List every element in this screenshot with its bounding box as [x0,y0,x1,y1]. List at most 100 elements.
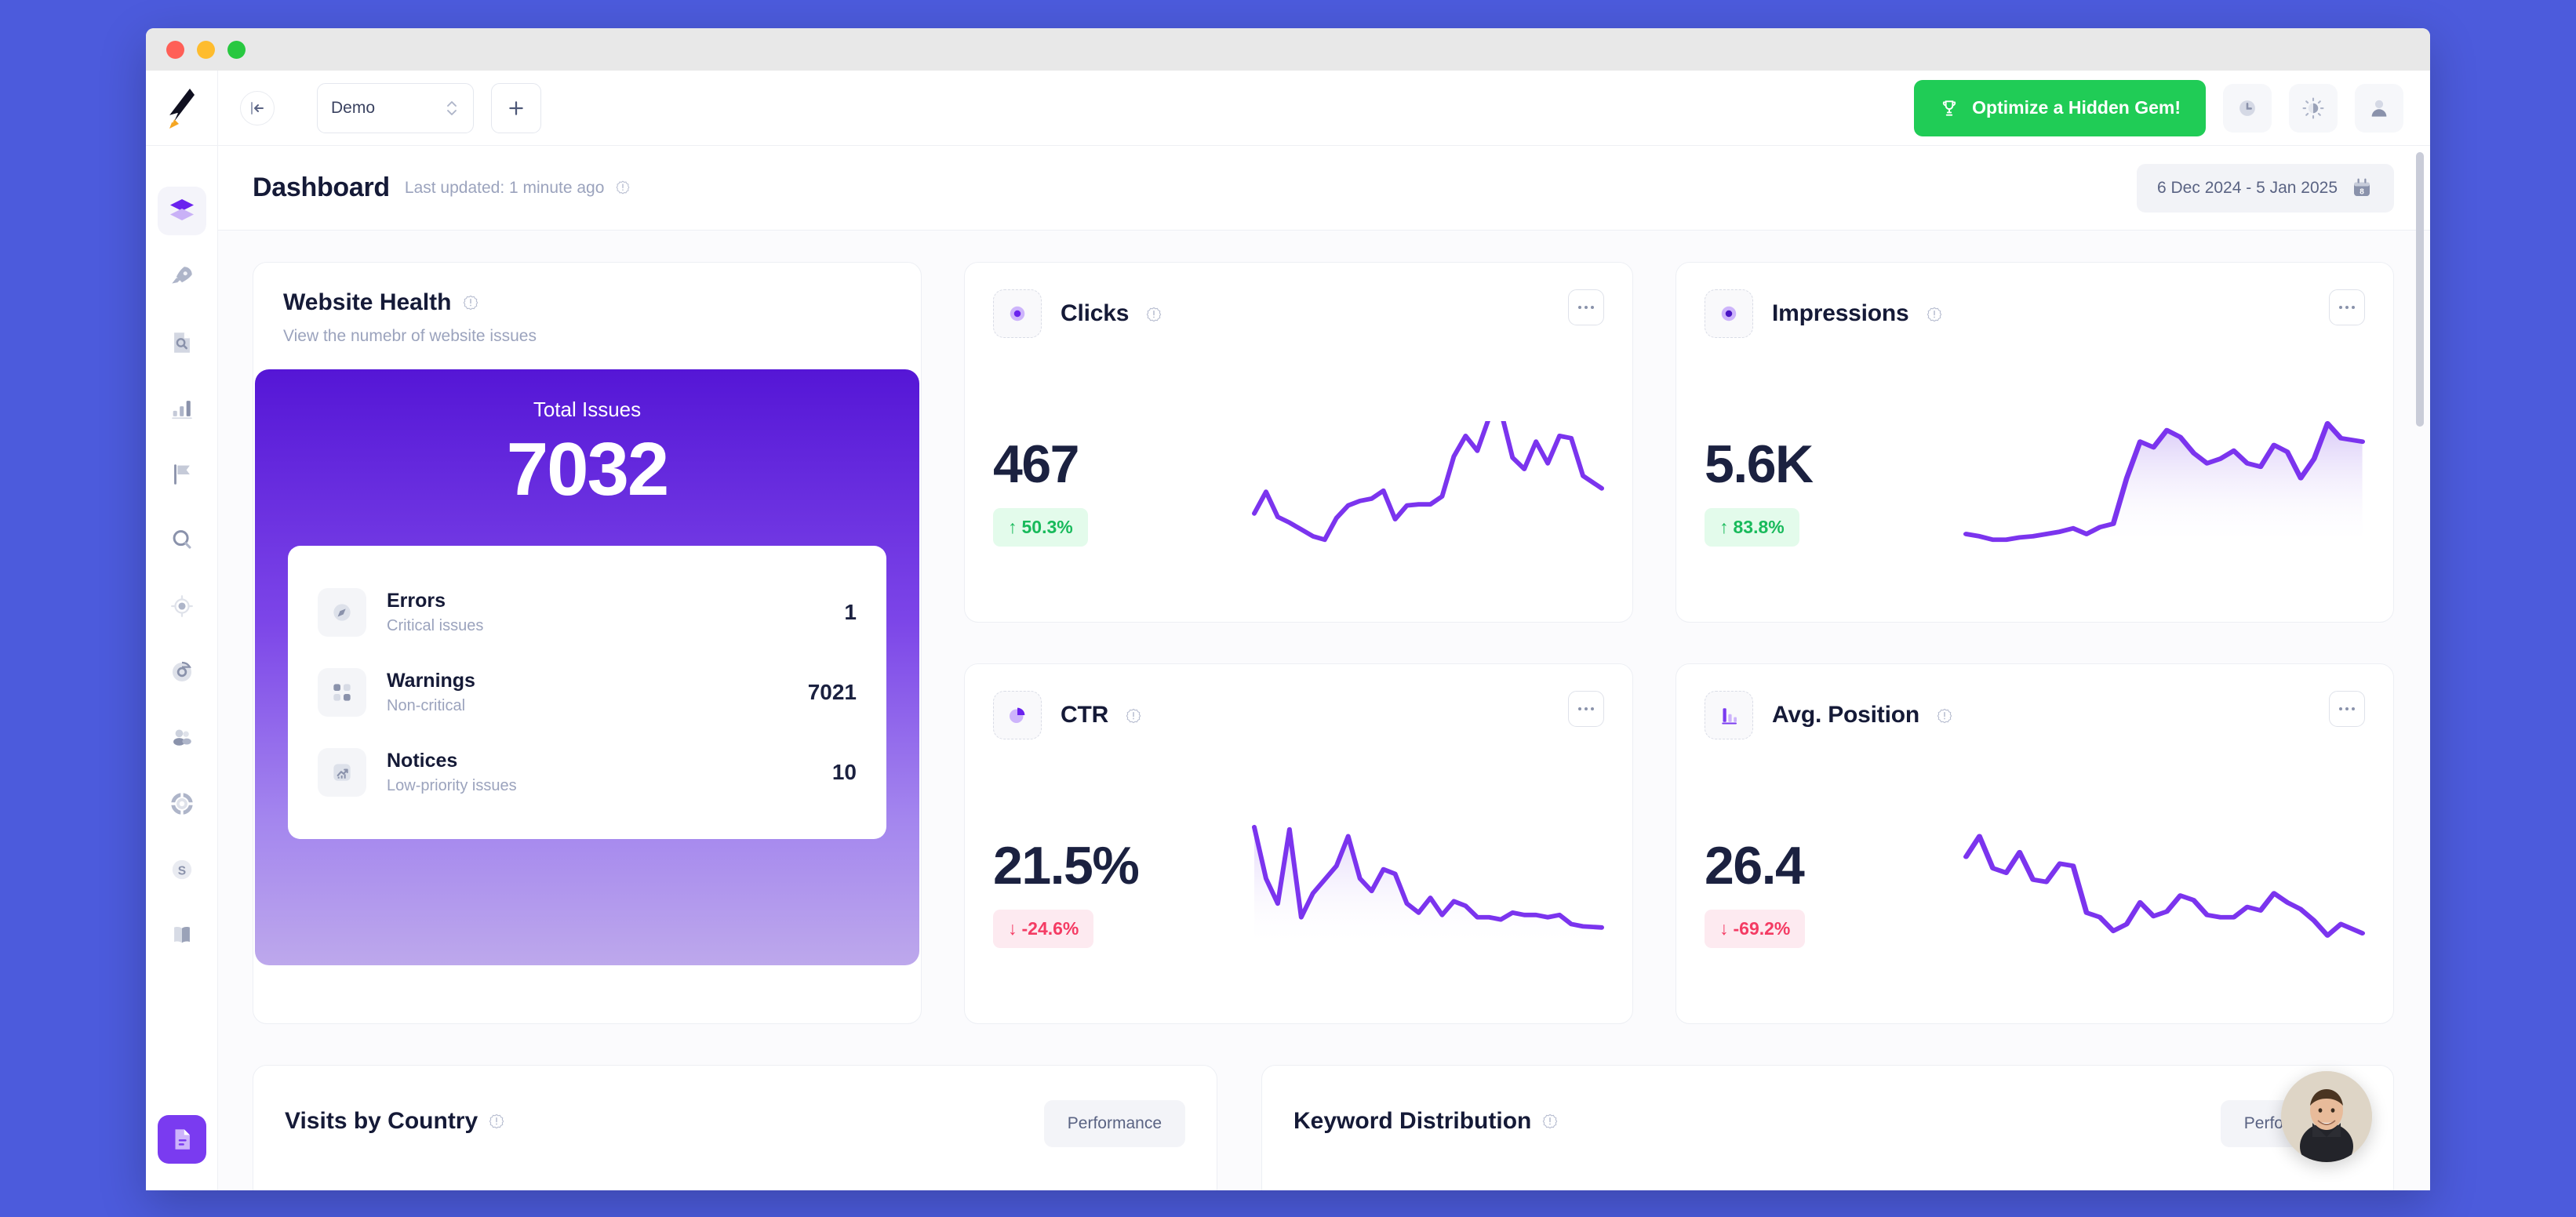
target-icon [170,595,193,617]
pie-chart-icon [1010,707,1025,723]
metric-menu-button[interactable] [1568,691,1604,727]
sidebar-item-semrush[interactable]: S [158,845,206,894]
issue-text: Warnings Non-critical [387,670,808,715]
metric-card-clicks: Clicks 467 ↑ 50.3% [964,262,1633,623]
lifebuoy-icon [170,792,193,816]
bar-chart-icon [171,401,192,420]
info-icon[interactable] [1926,306,1943,323]
metric-delta-value: -24.6% [1021,918,1079,939]
ctr-sparkline [1252,824,1604,948]
support-chat-avatar[interactable] [2281,1071,2372,1162]
avatar-photo [2281,1071,2372,1162]
issues-breakdown-card: Errors Critical issues 1 Warnings Non-cr… [288,546,886,839]
metric-delta-value: 83.8% [1733,517,1785,537]
optimize-hidden-gem-label: Optimize a Hidden Gem! [1972,97,2181,118]
sidebar-item-reports[interactable] [157,1115,206,1164]
metric-drag-handle[interactable] [1705,691,1753,739]
metric-menu-button[interactable] [2329,289,2365,325]
issue-row-errors[interactable]: Errors Critical issues 1 [318,572,857,652]
window-close-button[interactable] [166,40,184,59]
user-account-icon [2371,100,2387,117]
metric-drag-handle[interactable] [993,289,1042,338]
scrollbar-thumb[interactable] [2416,152,2424,427]
app-logo-icon [169,89,195,129]
issue-text: Notices Low-priority issues [387,750,832,795]
issue-name: Notices [387,750,458,772]
app-body: S Demo Optimize a Hidden Gem! Dashboard … [146,71,2430,1190]
trophy-icon [1943,100,1956,116]
sidebar-item-learn[interactable] [158,911,206,960]
sidebar-item-keyword-research[interactable] [158,516,206,565]
metric-header: Clicks [993,289,1604,338]
sidebar-item-analytics[interactable] [158,384,206,433]
plus-icon [509,100,523,115]
metric-drag-handle[interactable] [1705,289,1753,338]
metric-header: Avg. Position [1705,691,2365,739]
project-select[interactable]: Demo [317,82,474,133]
sidebar-item-browser[interactable] [158,648,206,696]
issue-text: Errors Critical issues [387,590,844,635]
main-content-column: Demo Optimize a Hidden Gem! Dashboard La… [218,71,2430,1190]
issue-row-warnings[interactable]: Warnings Non-critical 7021 [318,652,857,732]
sidebar-item-goals[interactable] [158,450,206,499]
metric-value: 21.5% [993,836,1140,895]
more-dots-icon [2339,707,2355,710]
sidebar-item-site-audit[interactable] [158,318,206,367]
info-icon[interactable] [1125,707,1142,725]
info-icon[interactable] [488,1113,505,1130]
date-range-picker[interactable]: 6 Dec 2024 - 5 Jan 2025 8 [2137,163,2394,213]
sidebar-item-competitors[interactable] [158,714,206,762]
collapse-sidebar-button[interactable] [240,90,275,125]
metric-card-ctr: CTR 21.5% ↓ -24.6% [964,663,1633,1024]
metric-body: 467 ↑ 50.3% [993,421,1604,547]
flag-icon [173,464,190,485]
add-project-button[interactable] [491,82,541,133]
history-button[interactable] [2223,83,2272,133]
window-maximize-button[interactable] [227,40,246,59]
metric-menu-button[interactable] [2329,691,2365,727]
card-visits-by-country: Visits by Country Performance [253,1065,1217,1190]
window-minimize-button[interactable] [197,40,215,59]
total-issues-value: 7032 [506,427,670,511]
sidebar-item-tracking[interactable] [158,582,206,630]
target-dot-icon [1721,306,1737,322]
sidebar-item-launch[interactable] [158,252,206,301]
metric-menu-button[interactable] [1568,289,1604,325]
collapse-sidebar-icon [251,101,264,114]
metric-left: 467 ↑ 50.3% [993,438,1252,547]
website-health-title: Website Health [283,289,891,316]
page-header: Dashboard Last updated: 1 minute ago 6 D… [218,146,2430,231]
trend-up-icon [333,764,351,781]
bottom-cards-grid: Visits by Country Performance Keyword Di… [253,1065,2394,1190]
issue-count: 1 [844,600,857,624]
metric-delta-arrow: ↑ [1719,517,1729,537]
info-icon[interactable] [1541,1113,1559,1130]
metric-body: 26.4 ↓ -69.2% [1705,823,2365,948]
user-account-button[interactable] [2355,83,2403,133]
metric-title: Avg. Position [1772,702,1953,728]
info-icon[interactable] [1936,707,1953,725]
info-icon[interactable] [615,180,631,195]
bar-chart-icon [1722,708,1737,725]
sidebar-item-support[interactable] [158,779,206,828]
total-issues-label: Total Issues [533,398,642,421]
issue-desc: Non-critical [387,697,466,714]
issue-row-notices[interactable]: Notices Low-priority issues 10 [318,732,857,812]
metric-title: Clicks [1061,300,1162,327]
optimize-hidden-gem-button[interactable]: Optimize a Hidden Gem! [1914,79,2206,136]
card-title-label: Visits by Country [285,1108,478,1134]
grid-squares-icon [333,684,351,701]
sidebar-item-dashboard[interactable] [157,187,206,235]
metric-value: 5.6K [1705,434,1814,494]
metric-value: 26.4 [1705,836,1805,895]
clicks-sparkline [1252,421,1604,543]
info-icon[interactable] [462,294,479,311]
performance-toggle[interactable]: Performance [1043,1100,1185,1147]
info-icon[interactable] [1145,306,1162,323]
theme-toggle-button[interactable] [2289,83,2338,133]
dashboard-scroll-area[interactable]: Clicks 467 ↑ 50.3% Impressions 5.6K ↑ 83… [218,231,2430,1190]
page-title: Dashboard [253,173,390,202]
issue-icon-wrap [318,748,366,797]
metric-delta-badge: ↓ -24.6% [993,910,1094,948]
metric-drag-handle[interactable] [993,691,1042,739]
